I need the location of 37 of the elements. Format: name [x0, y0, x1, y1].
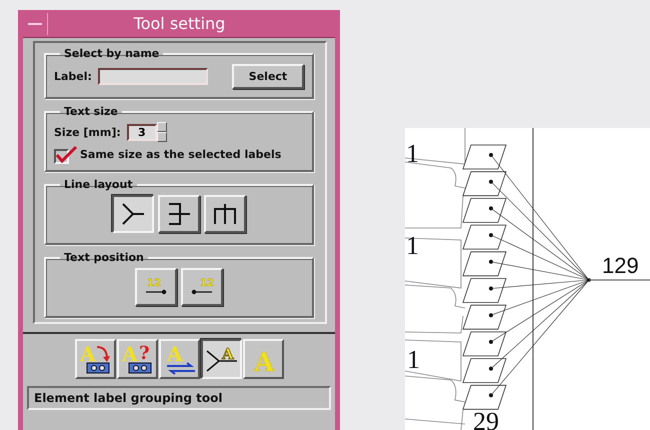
comb-lines-icon: [212, 201, 238, 227]
size-input-field[interactable]: 3: [126, 124, 157, 140]
group-title: Line layout: [64, 178, 133, 191]
select-button[interactable]: Select: [232, 64, 304, 89]
label-anchor-drawing: [462, 304, 507, 330]
checkbox[interactable]: [54, 144, 78, 164]
field-label: Label:: [54, 70, 92, 83]
label-input-field[interactable]: [98, 68, 208, 85]
field-label: Size [mm]:: [54, 126, 121, 138]
node-label: 129: [602, 253, 639, 278]
spin-up-button[interactable]: [156, 122, 167, 132]
label-anchor-drawing: [462, 278, 507, 303]
spin-down-button[interactable]: [156, 132, 167, 142]
number-label: 1: [406, 139, 419, 168]
position-option-button[interactable]: 12: [135, 268, 177, 306]
label-anchor-drawing: [462, 171, 507, 196]
group-title: Text position: [64, 251, 144, 264]
number-label: 1: [406, 231, 419, 260]
group-title: Select by name: [64, 47, 160, 60]
label-anchor-drawing: [462, 224, 507, 250]
status-text: Element label grouping tool: [34, 391, 222, 405]
node-line: [587, 278, 650, 282]
position-option-button[interactable]: 12: [181, 268, 223, 306]
fan-lines-icon: [120, 201, 146, 227]
number-label: 1: [407, 345, 420, 374]
label-anchor-drawing: [462, 332, 507, 356]
label-anchor-drawing: [462, 198, 507, 223]
label-anchor-drawing: [462, 144, 507, 170]
group-title: Text size: [64, 105, 118, 118]
bracket-lines-icon: [166, 201, 192, 227]
label-anchor-drawing: [462, 251, 507, 276]
window-title: Tool setting: [132, 14, 226, 33]
layout-option-button[interactable]: [112, 195, 154, 233]
label-anchor-drawing: [462, 358, 507, 383]
checkbox-label: Same size as the selected labels: [80, 148, 282, 160]
number-label: 29: [473, 407, 499, 430]
label-anchor-drawing: [462, 384, 507, 410]
